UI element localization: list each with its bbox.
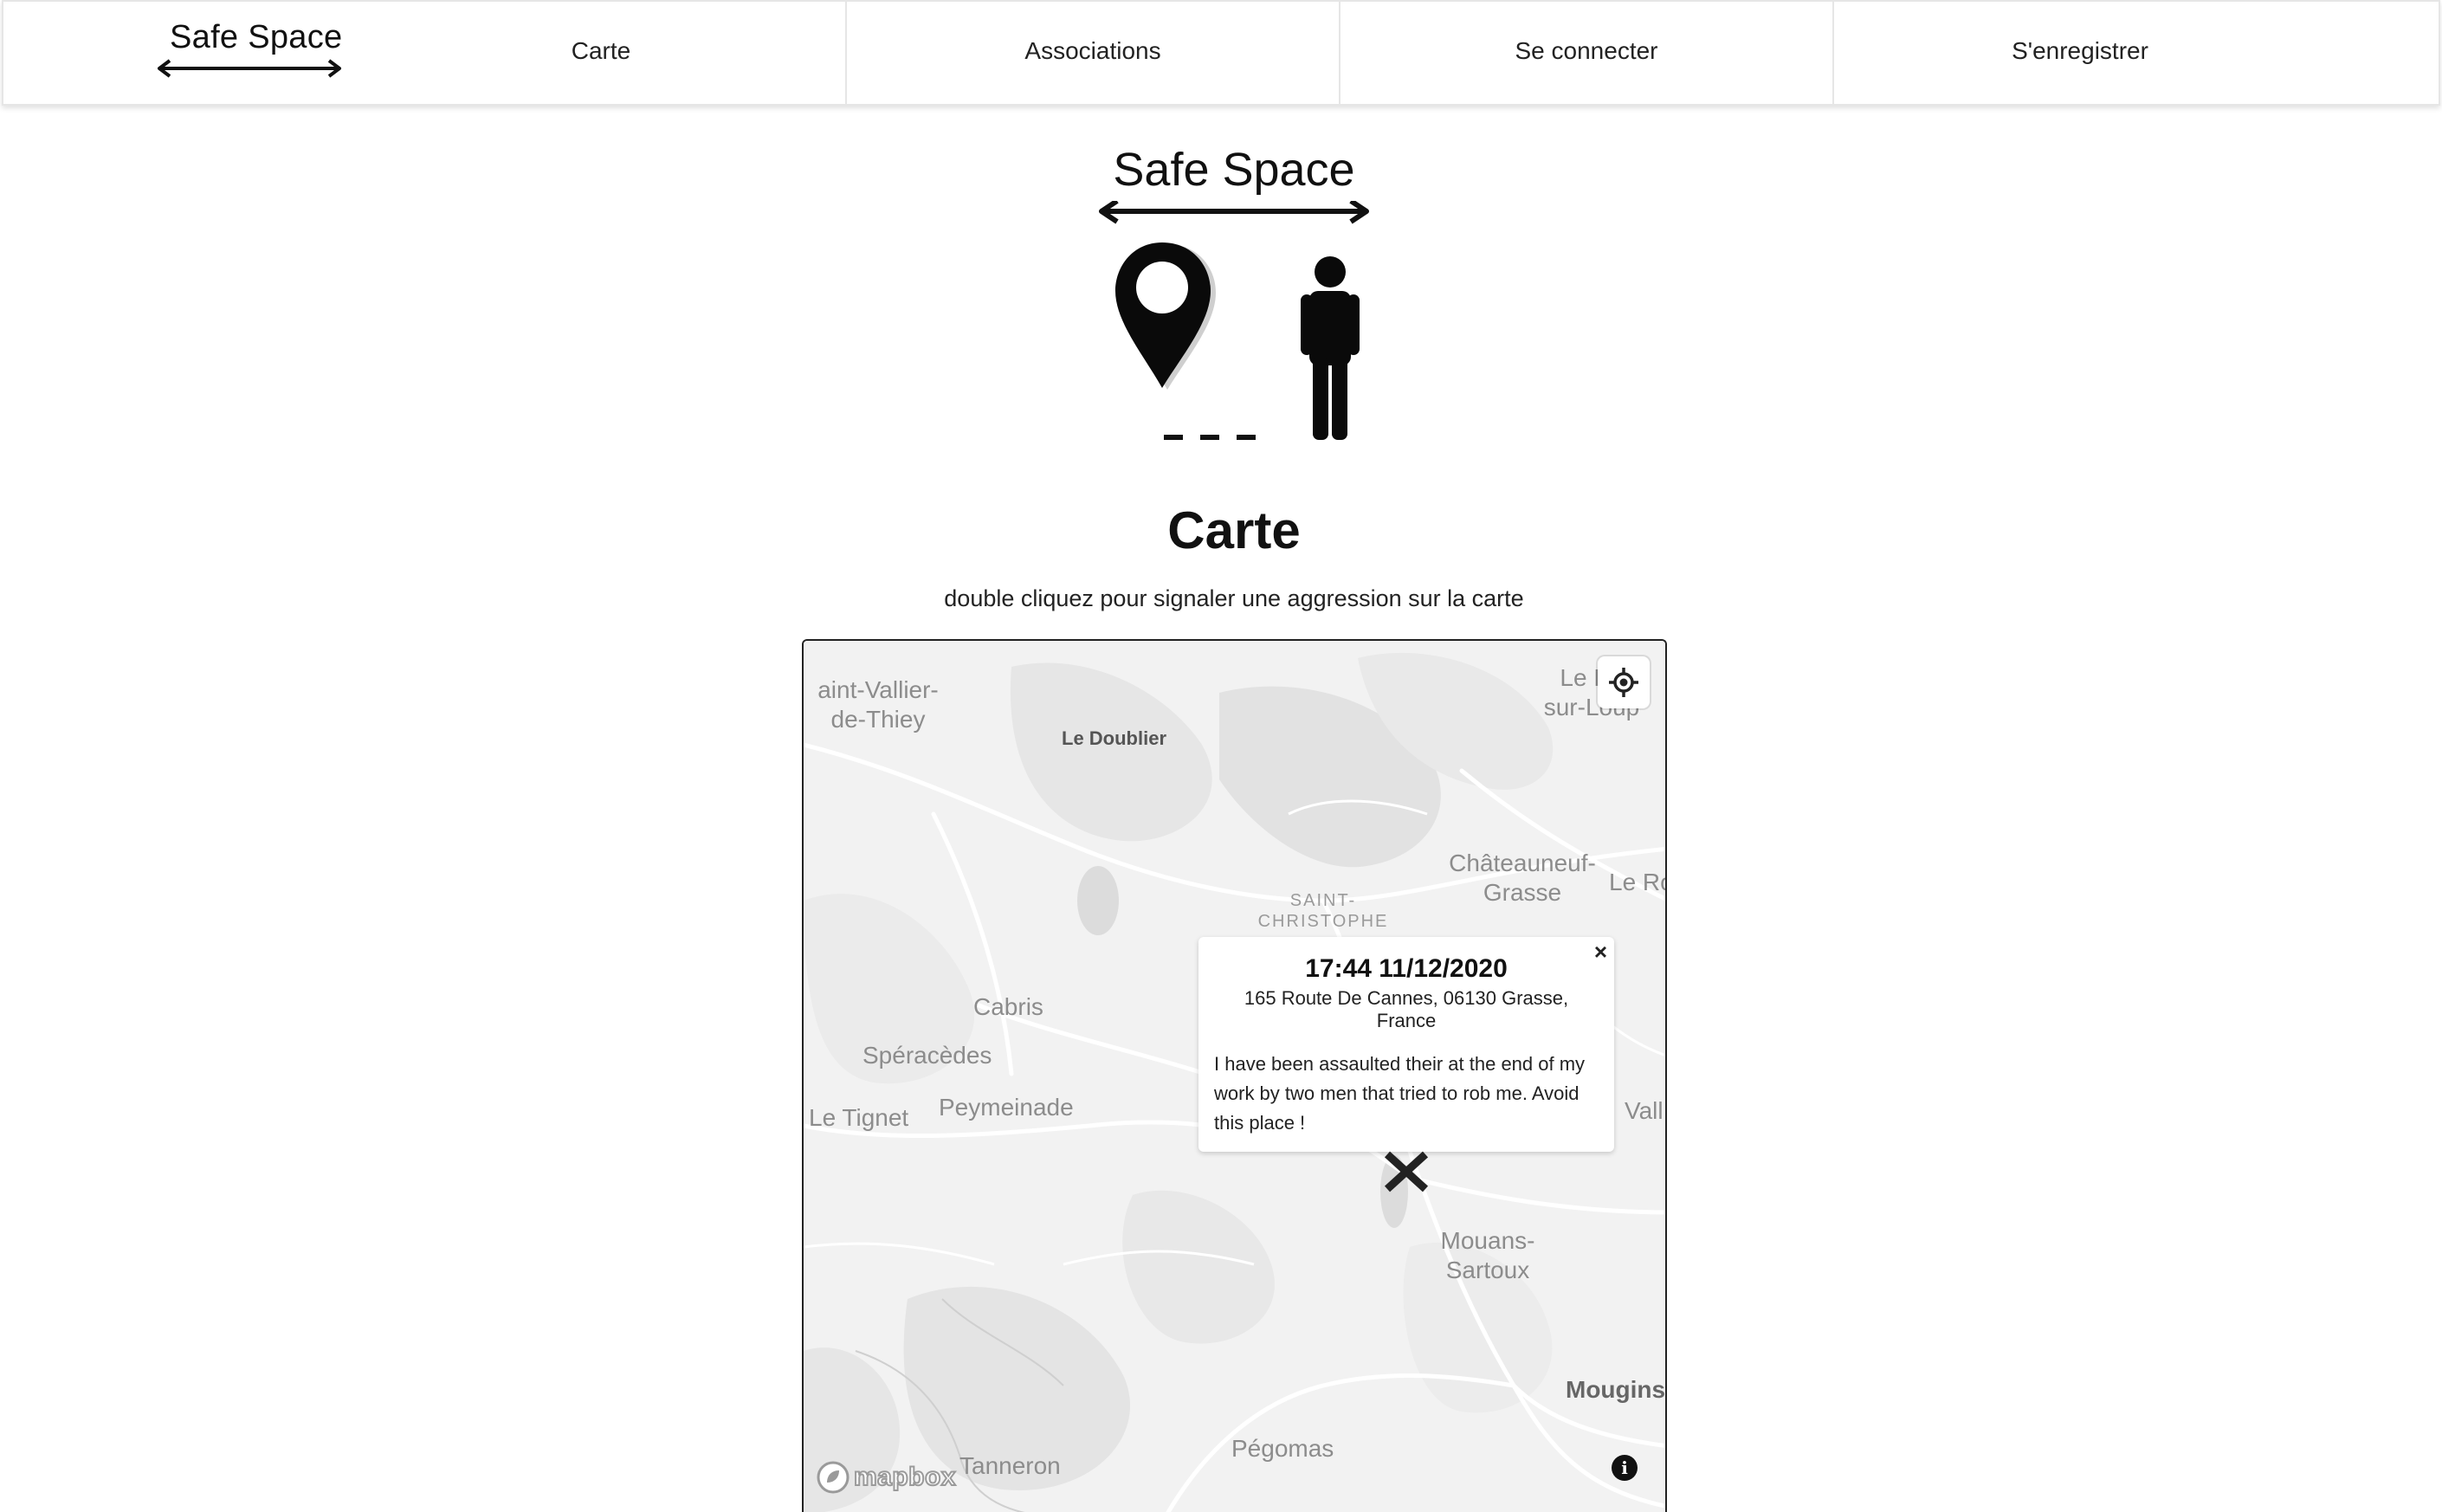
double-arrow-icon — [1099, 201, 1369, 224]
map-place-label: Cabris — [973, 993, 1043, 1020]
aggression-report-popup: × 17:44 11/12/2020 165 Route De Cannes, … — [1198, 937, 1614, 1152]
map-place-label: Peymeinade — [939, 1094, 1074, 1121]
nav-item-s-enregistrer[interactable]: S'enregistrer — [1834, 2, 2326, 104]
report-address: 165 Route De Cannes, 06130 Grasse, Franc… — [1244, 987, 1569, 1031]
nav-item-carte[interactable]: Carte — [384, 2, 817, 104]
map-place-label: Mouans- Sartoux — [1440, 1227, 1535, 1283]
map-place-label: Le Doublier — [1062, 727, 1167, 749]
mapbox-logo-icon — [817, 1461, 850, 1494]
map-pin-icon — [1115, 242, 1216, 390]
page-subtitle: double cliquez pour signaler une aggress… — [944, 585, 1524, 611]
nav-item-associations[interactable]: Associations — [847, 2, 1339, 104]
map-place-label: SAINT- CHRISTOPHE — [1257, 891, 1389, 931]
map-place-label: Pégomas — [1231, 1435, 1334, 1462]
top-navbar: Safe Space Carte Associations Se connect… — [2, 0, 2440, 106]
page-title: Carte — [1167, 501, 1301, 559]
hero-logo-title: Safe Space — [1113, 144, 1355, 196]
dashed-distance-line — [1164, 435, 1256, 440]
map-place-label: aint-Vallier-de-Thiey — [817, 676, 939, 733]
mapbox-logo-text: mapbox — [853, 1462, 957, 1492]
nav-logo-text: Safe Space — [170, 19, 343, 55]
geolocate-button[interactable] — [1598, 656, 1650, 708]
map-place-label: Le Tignet — [809, 1104, 909, 1131]
report-description: I have been assaulted their at the end o… — [1214, 1053, 1586, 1134]
mapbox-logo[interactable]: mapbox — [816, 1457, 957, 1497]
hero-logo-graphic — [1099, 201, 1369, 440]
nav-logo[interactable]: Safe Space — [151, 19, 350, 88]
map-canvas[interactable]: aint-Vallier-de-Thiey Le Doublier Le Ba s… — [802, 639, 1667, 1512]
person-icon — [1301, 256, 1360, 440]
popup-close-button[interactable]: × — [1594, 939, 1607, 965]
crosshair-icon — [1609, 668, 1638, 697]
map-place-label: Châteauneuf- Grasse — [1449, 850, 1596, 906]
nav-item-se-connecter[interactable]: Se connecter — [1341, 2, 1832, 104]
aggression-marker-icon[interactable] — [1382, 1149, 1431, 1194]
map-place-label: Vall — [1625, 1097, 1664, 1124]
map-place-label: Tanneron — [959, 1452, 1061, 1479]
map-place-label: Spéracèdes — [862, 1042, 992, 1069]
map-place-label: Mougins — [1566, 1376, 1666, 1403]
double-arrow-icon — [158, 59, 341, 78]
report-datetime: 17:44 11/12/2020 — [1305, 954, 1508, 983]
map-place-label: Le Ro — [1609, 869, 1665, 895]
attribution-info-button[interactable]: i — [1612, 1455, 1638, 1481]
